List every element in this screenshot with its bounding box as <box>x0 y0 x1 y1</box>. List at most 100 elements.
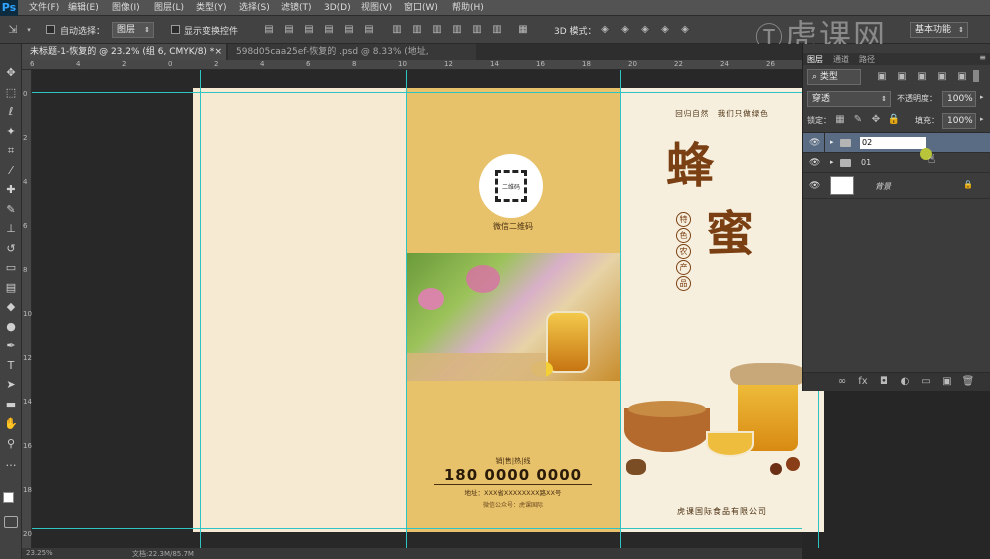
path-select-icon[interactable]: ➤ <box>2 376 20 394</box>
align-icon[interactable]: ▤ <box>302 23 316 37</box>
move-tool-icon[interactable]: ⇲ <box>6 23 20 37</box>
healing-brush-icon[interactable]: ✚ <box>2 181 20 199</box>
close-icon[interactable]: × <box>214 44 222 60</box>
eyedropper-icon[interactable]: ⁄ <box>2 162 20 180</box>
layer-row-01[interactable]: 👁 ▸ 01 <box>803 153 990 173</box>
magic-wand-icon[interactable]: ✦ <box>2 123 20 141</box>
auto-select-dropdown[interactable]: 图层 ⇕ <box>112 22 154 38</box>
gradient-tool-icon[interactable]: ▤ <box>2 279 20 297</box>
tool-preset-chevron-icon[interactable]: ▾ <box>22 23 36 37</box>
auto-select-checkbox[interactable] <box>46 25 55 34</box>
eye-icon[interactable]: 👁 <box>809 158 820 168</box>
zoom-tool-icon[interactable]: ⚲ <box>2 435 20 453</box>
clone-stamp-icon[interactable]: ⊥ <box>2 220 20 238</box>
menu-file[interactable]: 文件(F) <box>29 0 59 16</box>
distribute-icon[interactable]: ▥ <box>390 23 404 37</box>
lock-transparent-icon[interactable]: ▦ <box>833 113 847 127</box>
filter-kind-dropdown[interactable]: ⌕ 类型 <box>807 69 861 85</box>
hand-tool-icon[interactable]: ✋ <box>2 415 20 433</box>
menu-window[interactable]: 窗口(W) <box>404 0 438 16</box>
distribute-icon[interactable]: ▥ <box>450 23 464 37</box>
menu-filter[interactable]: 滤镜(T) <box>281 0 312 16</box>
blur-tool-icon[interactable]: ◆ <box>2 298 20 316</box>
vertical-ruler[interactable]: 0 2 4 6 8 10 12 14 16 18 20 <box>22 70 32 548</box>
dodge-tool-icon[interactable]: ● <box>2 318 20 336</box>
crop-tool-icon[interactable]: ⌗ <box>2 142 20 160</box>
adjustment-icon[interactable]: ◐ <box>898 375 912 389</box>
adjustment-filter-icon[interactable]: ▣ <box>895 70 909 84</box>
3d-mode-icon[interactable]: ◈ <box>618 23 632 37</box>
blend-mode-dropdown[interactable]: 穿透 ⇕ <box>807 91 891 107</box>
tab-layers[interactable]: 图层 <box>807 54 823 65</box>
layer-name-input[interactable]: 02 <box>860 137 926 149</box>
distribute-icon[interactable]: ▥ <box>410 23 424 37</box>
lock-position-icon[interactable]: ✥ <box>869 113 883 127</box>
horizontal-ruler[interactable]: 6 4 2 0 2 4 6 8 10 12 14 16 18 20 22 24 26 <box>22 60 802 70</box>
foreground-color-swatch[interactable] <box>3 492 14 503</box>
history-brush-icon[interactable]: ↺ <box>2 240 20 258</box>
type-filter-icon[interactable]: ▣ <box>915 70 929 84</box>
brush-tool-icon[interactable]: ✎ <box>2 201 20 219</box>
guide-horizontal[interactable] <box>32 528 802 529</box>
opacity-input[interactable]: 100% <box>942 91 976 107</box>
pen-tool-icon[interactable]: ✒ <box>2 337 20 355</box>
show-transform-checkbox[interactable] <box>171 25 180 34</box>
shape-tool-icon[interactable]: ▬ <box>2 396 20 414</box>
layer-row-background[interactable]: 👁 背景 🔒 <box>803 173 990 199</box>
menu-help[interactable]: 帮助(H) <box>452 0 484 16</box>
align-icon[interactable]: ▤ <box>282 23 296 37</box>
guide-vertical[interactable] <box>200 70 201 548</box>
align-icon[interactable]: ▤ <box>342 23 356 37</box>
new-layer-icon[interactable]: ▣ <box>940 375 954 389</box>
eraser-tool-icon[interactable]: ▭ <box>2 259 20 277</box>
shape-filter-icon[interactable]: ▣ <box>935 70 949 84</box>
menu-view[interactable]: 视图(V) <box>361 0 392 16</box>
3d-mode-icon[interactable]: ◈ <box>598 23 612 37</box>
tab-paths[interactable]: 路径 <box>859 54 875 65</box>
delete-icon[interactable]: 🗑 <box>961 375 975 389</box>
align-icon[interactable]: ▤ <box>262 23 276 37</box>
image-filter-icon[interactable]: ▣ <box>875 70 889 84</box>
fx-icon[interactable]: fx <box>856 375 870 389</box>
align-icon[interactable]: ▤ <box>322 23 336 37</box>
guide-vertical[interactable] <box>620 70 621 548</box>
link-layers-icon[interactable]: ∞ <box>835 375 849 389</box>
menu-select[interactable]: 选择(S) <box>239 0 270 16</box>
tab-document-2[interactable]: 598d05caa25ef-恢复的 .psd @ 8.33% (地址, CMYK… <box>228 44 476 73</box>
eye-icon[interactable]: 👁 <box>809 138 820 148</box>
group-icon[interactable]: ▭ <box>919 375 933 389</box>
canvas-area[interactable]: 二维码 微信二维码 销|售|热|线 180 0000 0000 地址：XXX省X… <box>32 70 824 548</box>
menu-edit[interactable]: 编辑(E) <box>68 0 99 16</box>
menu-image[interactable]: 图像(I) <box>112 0 140 16</box>
align-icon[interactable]: ▤ <box>362 23 376 37</box>
lock-all-icon[interactable]: 🔒 <box>887 113 901 127</box>
filter-toggle[interactable] <box>973 70 979 82</box>
panel-menu-icon[interactable]: ≡ <box>979 53 986 62</box>
workspace-dropdown[interactable]: 基本功能 ⇕ <box>910 22 968 38</box>
chevron-right-icon[interactable]: ▸ <box>980 115 984 123</box>
3d-mode-icon[interactable]: ◈ <box>638 23 652 37</box>
tab-document-1[interactable]: 未标题-1-恢复的 @ 23.2% (组 6, CMYK/8) * × <box>22 44 226 60</box>
marquee-tool-icon[interactable]: ⬚ <box>2 84 20 102</box>
tab-channels[interactable]: 通道 <box>833 54 849 65</box>
eye-icon[interactable]: 👁 <box>809 181 820 191</box>
distribute-icon[interactable]: ▥ <box>470 23 484 37</box>
expand-arrow-icon[interactable]: ▸ <box>830 158 834 166</box>
type-tool-icon[interactable]: T <box>2 357 20 375</box>
smart-object-filter-icon[interactable]: ▣ <box>955 70 969 84</box>
guide-horizontal[interactable] <box>32 92 802 93</box>
quick-mask-icon[interactable] <box>4 516 18 528</box>
mask-icon[interactable]: ◘ <box>877 375 891 389</box>
auto-align-icon[interactable]: ▦ <box>516 23 530 37</box>
guide-vertical[interactable] <box>406 70 407 548</box>
menu-layer[interactable]: 图层(L) <box>154 0 184 16</box>
lasso-tool-icon[interactable]: ℓ <box>2 103 20 121</box>
menu-3d[interactable]: 3D(D) <box>324 0 351 16</box>
fill-input[interactable]: 100% <box>942 113 976 129</box>
move-tool-icon[interactable]: ✥ <box>2 64 20 82</box>
more-tools-icon[interactable]: … <box>2 454 20 472</box>
zoom-level[interactable]: 23.25% <box>26 549 53 557</box>
3d-mode-icon[interactable]: ◈ <box>658 23 672 37</box>
lock-pixels-icon[interactable]: ✎ <box>851 113 865 127</box>
distribute-icon[interactable]: ▥ <box>430 23 444 37</box>
